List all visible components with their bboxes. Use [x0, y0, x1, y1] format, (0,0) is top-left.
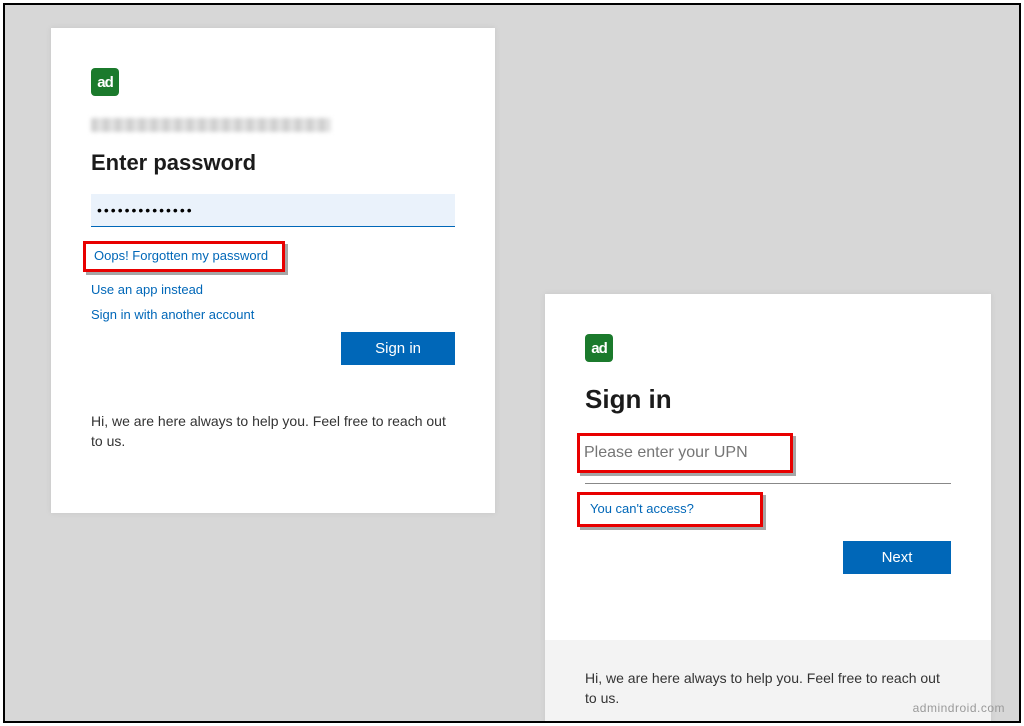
input-underline [585, 483, 951, 484]
other-account-link[interactable]: Sign in with another account [91, 307, 254, 322]
page-title: Sign in [585, 384, 951, 415]
forgot-password-link[interactable]: Oops! Forgotten my password [94, 248, 268, 263]
signin-card: ad Sign in You can't access? Next Hi, we… [545, 294, 991, 723]
cant-access-link[interactable]: You can't access? [590, 501, 694, 516]
brand-logo-icon: ad [91, 68, 119, 96]
watermark: admindroid.com [913, 701, 1005, 715]
password-field-wrap [91, 194, 455, 227]
password-card: ad Enter password Oops! Forgotten my pas… [51, 28, 495, 513]
brand-logo-icon: ad [585, 334, 613, 362]
screenshot-frame: ad Enter password Oops! Forgotten my pas… [3, 3, 1021, 723]
highlight-upn-input [577, 433, 793, 473]
redacted-username [91, 118, 331, 132]
use-app-link[interactable]: Use an app instead [91, 282, 203, 297]
button-row: Next [585, 541, 951, 574]
sign-in-button[interactable]: Sign in [341, 332, 455, 365]
button-row: Sign in [91, 332, 455, 365]
highlight-cant-access: You can't access? [577, 492, 763, 527]
highlight-forgot-password: Oops! Forgotten my password [83, 241, 285, 272]
help-text: Hi, we are here always to help you. Feel… [91, 411, 455, 452]
password-input[interactable] [91, 194, 455, 227]
upn-input[interactable] [580, 436, 790, 470]
next-button[interactable]: Next [843, 541, 951, 574]
page-title: Enter password [91, 150, 455, 176]
